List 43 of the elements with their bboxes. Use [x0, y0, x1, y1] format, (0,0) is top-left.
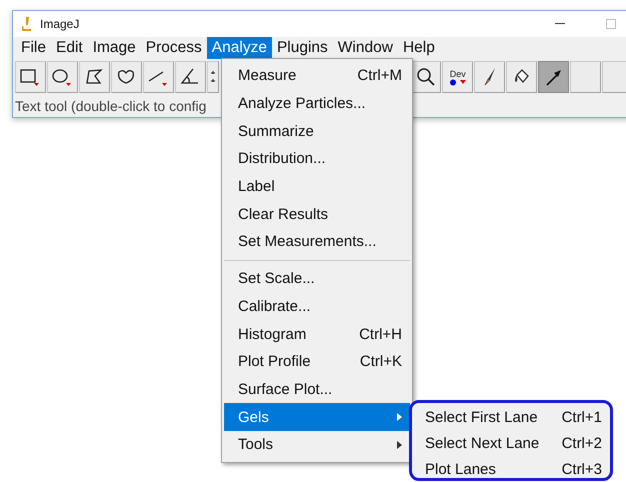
menu-item[interactable]: Surface Plot...: [224, 376, 410, 404]
menu-bar-item[interactable]: Process: [140, 37, 207, 59]
status-text: Text tool (double-click to config: [15, 98, 206, 114]
menu-item[interactable]: Set Measurements...: [224, 228, 410, 256]
dot-caret-icon: [448, 78, 467, 86]
menu-item[interactable]: Clear Results: [224, 200, 410, 228]
tool-button[interactable]: [15, 61, 46, 93]
tool-button[interactable]: [206, 61, 219, 93]
menu-item[interactable]: Tools: [224, 430, 410, 459]
menu-bar-item[interactable]: Window: [332, 37, 398, 59]
tool-button[interactable]: Dev: [442, 61, 474, 93]
menu-item[interactable]: Measure Ctrl+M: [224, 62, 410, 90]
menu-bar-item[interactable]: Help: [398, 37, 440, 59]
submenu-arrow-icon: [397, 413, 402, 422]
window-title: ImageJ: [40, 17, 80, 31]
menu-item[interactable]: Label: [224, 172, 410, 200]
menu-item[interactable]: Select First Lane Ctrl+1: [412, 404, 610, 430]
menu-item[interactable]: Histogram Ctrl+H: [224, 320, 410, 348]
menu-item[interactable]: Distribution...: [224, 145, 410, 173]
menu-item[interactable]: Set Scale...: [224, 264, 410, 292]
submenu-arrow-icon: [397, 440, 402, 449]
tool-button[interactable]: [78, 61, 110, 93]
tool-button[interactable]: [410, 61, 442, 93]
dev-label: Dev: [450, 68, 466, 78]
menu-item[interactable]: Plot Lanes Ctrl+3: [412, 456, 610, 482]
menu-bar-item[interactable]: Plugins: [272, 37, 333, 59]
menu-item[interactable]: Gels: [224, 403, 410, 431]
menu-item[interactable]: Analyze Particles...: [224, 90, 410, 118]
minimize-icon[interactable]: [555, 23, 565, 25]
tool-button[interactable]: [174, 61, 206, 93]
menu-item[interactable]: Calibrate...: [224, 292, 410, 320]
menu-item[interactable]: Plot Profile Ctrl+K: [224, 348, 410, 376]
menu-bar-item[interactable]: Image: [88, 37, 141, 59]
menu-bar-item[interactable]: Edit: [50, 37, 88, 59]
tool-button[interactable]: [506, 61, 538, 93]
menu-item[interactable]: Select Next Lane Ctrl+2: [412, 430, 610, 456]
menu-bar-item[interactable]: Analyze: [206, 37, 272, 59]
menu-item[interactable]: Summarize: [224, 117, 410, 146]
tool-button[interactable]: [110, 61, 142, 93]
menu-bar-item[interactable]: File: [16, 37, 51, 59]
search-icon: [414, 66, 437, 88]
tool-button[interactable]: [46, 61, 78, 93]
tool-button[interactable]: [538, 61, 570, 93]
